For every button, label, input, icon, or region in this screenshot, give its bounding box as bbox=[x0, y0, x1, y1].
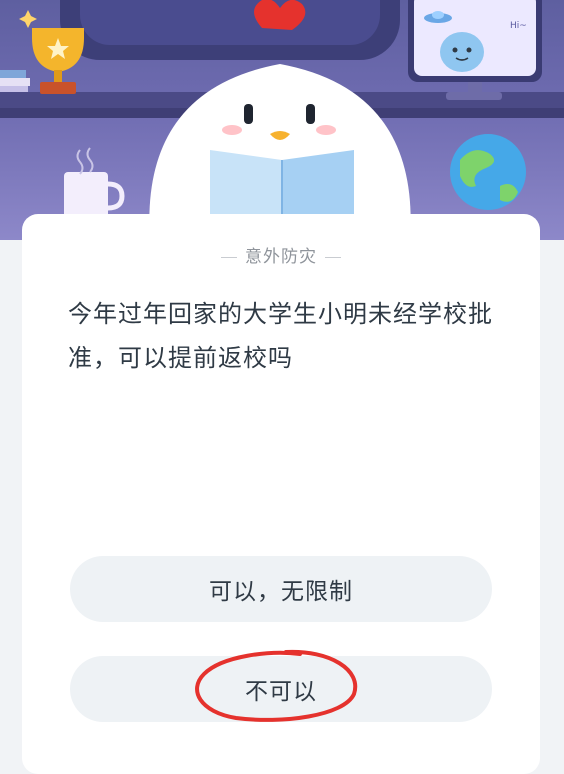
option-button-2[interactable]: 不可以 bbox=[70, 656, 492, 722]
option-label: 可以，无限制 bbox=[209, 579, 353, 605]
question-card: 意外防灾 今年过年回家的大学生小明未经学校批准，可以提前返校吗 可以，无限制 不… bbox=[22, 214, 540, 774]
question-text: 今年过年回家的大学生小明未经学校批准，可以提前返校吗 bbox=[68, 300, 493, 372]
header-illustration: Hi~ bbox=[0, 0, 564, 240]
category-text: 意外防灾 bbox=[245, 247, 317, 267]
right-divider bbox=[325, 256, 341, 258]
mug-icon bbox=[64, 147, 125, 220]
option-button-1[interactable]: 可以，无限制 bbox=[70, 556, 492, 622]
books-icon bbox=[0, 70, 30, 92]
category-label: 意外防灾 bbox=[22, 242, 540, 267]
robot-speech: Hi~ bbox=[510, 21, 527, 31]
robot-screen: Hi~ bbox=[408, 0, 542, 100]
globe-icon bbox=[450, 134, 526, 210]
option-label: 不可以 bbox=[245, 679, 317, 705]
left-divider bbox=[221, 256, 237, 258]
